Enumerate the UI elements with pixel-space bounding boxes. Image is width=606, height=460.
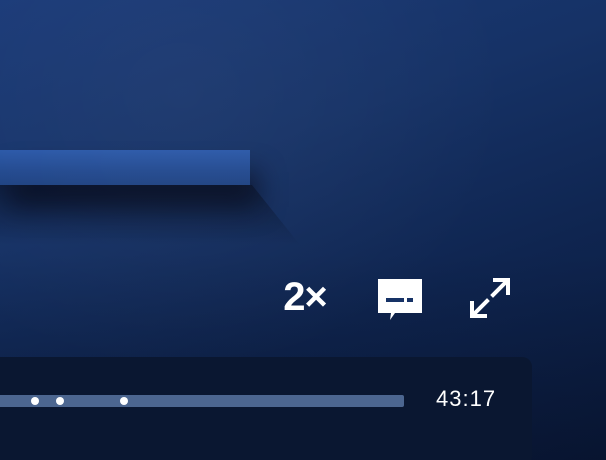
- chapter-marker[interactable]: [56, 397, 64, 405]
- time-remaining-label: 43:17: [436, 386, 497, 411]
- chapter-marker[interactable]: [31, 397, 39, 405]
- chapter-marker[interactable]: [120, 397, 128, 405]
- captions-icon: [378, 279, 422, 320]
- video-frame-shadow: [0, 185, 300, 245]
- fullscreen-button[interactable]: [464, 272, 514, 322]
- video-player[interactable]: 2× 43:17: [0, 0, 606, 460]
- video-frame-content: [0, 150, 250, 185]
- playback-speed-button[interactable]: 2×: [276, 274, 334, 320]
- captions-button[interactable]: [374, 276, 426, 322]
- fullscreen-expand-icon: [470, 278, 510, 318]
- playback-speed-label: 2×: [283, 274, 328, 319]
